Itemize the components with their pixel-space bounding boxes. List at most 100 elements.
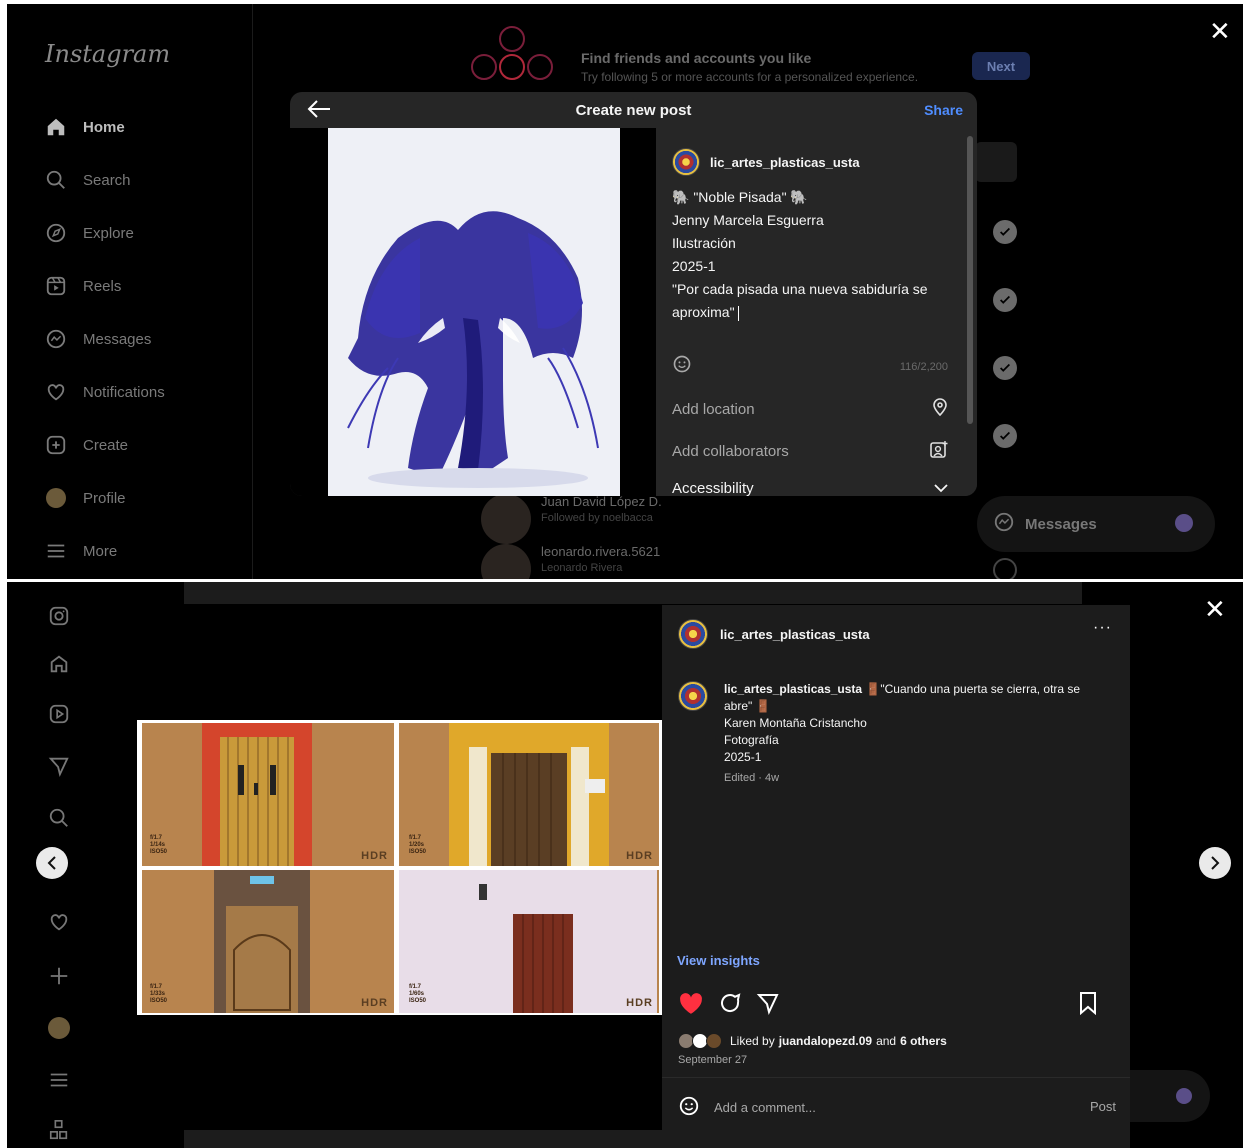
bookmark-icon[interactable] <box>1078 991 1098 1020</box>
menu-icon[interactable] <box>47 1068 71 1092</box>
hdr-label: HDR <box>626 997 653 1009</box>
close-icon[interactable]: ✕ <box>1204 596 1226 622</box>
caption-text: lic_artes_plasticas_usta 🚪"Cuando una pu… <box>724 681 1108 766</box>
door-photo: f/1.7 1/14s ISO50 HDR <box>142 723 394 866</box>
emoji-icon[interactable] <box>672 354 692 379</box>
previous-post-button[interactable] <box>36 847 68 879</box>
post-author: lic_artes_plasticas_usta <box>672 148 860 176</box>
liked-others[interactable]: 6 others <box>900 1034 947 1048</box>
hdr-label: HDR <box>626 850 653 862</box>
messages-pill[interactable]: Messages <box>977 496 1215 552</box>
sidebar: Instagram Home Search Explore Reels Mess… <box>7 4 253 579</box>
exif-label: f/1.7 1/60s ISO50 <box>409 984 427 1004</box>
next-button[interactable]: Next <box>972 52 1030 80</box>
post-author[interactable]: lic_artes_plasticas_usta <box>678 619 870 649</box>
sidebar-item-explore[interactable]: Explore <box>45 222 134 244</box>
post-comment-button[interactable]: Post <box>1090 1099 1116 1114</box>
character-counter: 116/2,200 <box>899 360 948 373</box>
suggestion-name: leonardo.rivera.5621 <box>541 544 661 559</box>
suggestion-row[interactable]: Juan David López D. Followed by noelbacc… <box>481 494 662 544</box>
send-icon[interactable] <box>47 754 71 778</box>
share-icon[interactable] <box>756 991 780 1020</box>
messages-pill-label: Messages <box>1025 515 1097 533</box>
instagram-icon[interactable] <box>47 604 71 628</box>
post-viewer-screen: ✕ f/1.7 1/14s ISO50 HDR f/1.7 1/20s ISO50 HD… <box>7 582 1243 1148</box>
exif-label: f/1.7 1/14s ISO50 <box>150 835 168 855</box>
caption-username[interactable]: lic_artes_plasticas_usta <box>724 682 862 696</box>
caption-panel: lic_artes_plasticas_usta 🐘 "Noble Pisada… <box>656 128 977 496</box>
caption-line: Karen Montaña Cristancho <box>724 716 867 730</box>
sidebar-item-messages[interactable]: Messages <box>45 328 151 350</box>
sidebar-item-search[interactable]: Search <box>45 169 131 191</box>
emoji-icon[interactable] <box>678 1095 700 1120</box>
add-collaborators-row[interactable]: Add collaborators <box>672 440 948 462</box>
next-post-button[interactable] <box>1199 847 1231 879</box>
username: lic_artes_plasticas_usta <box>720 626 870 642</box>
door-photo: f/1.7 1/33s ISO50 HDR <box>142 870 394 1013</box>
sidebar-item-label: Profile <box>83 489 126 507</box>
chevron-right-icon <box>1211 856 1220 870</box>
messages-pill[interactable] <box>1130 1070 1210 1122</box>
more-options-icon[interactable]: ··· <box>1093 619 1112 637</box>
likes-summary[interactable]: Liked by juandalopezd.09 and 6 others <box>678 1033 947 1049</box>
avatar <box>672 148 700 176</box>
heart-filled-icon[interactable] <box>678 991 704 1020</box>
sidebar-item-notifications[interactable]: Notifications <box>45 381 165 403</box>
liked-and: and <box>876 1034 897 1048</box>
comment-input-row[interactable]: Add a comment... <box>678 1095 1118 1120</box>
liked-user[interactable]: juandalopezd.09 <box>779 1034 872 1048</box>
add-location-row[interactable]: Add location <box>672 398 948 420</box>
search-icon[interactable] <box>47 806 71 830</box>
sidebar-item-profile[interactable]: Profile <box>45 487 126 509</box>
scrollbar[interactable] <box>967 136 973 424</box>
apps-icon[interactable] <box>47 1118 71 1142</box>
view-insights-link[interactable]: View insights <box>677 953 760 968</box>
exif-label: f/1.7 1/20s ISO50 <box>409 835 427 855</box>
menu-icon <box>45 540 67 562</box>
instagram-logo[interactable]: Instagram <box>45 40 170 68</box>
sidebar-item-home[interactable]: Home <box>45 116 125 138</box>
heart-icon[interactable] <box>47 910 71 934</box>
sidebar-item-create[interactable]: Create <box>45 434 128 456</box>
messages-icon <box>45 328 67 350</box>
banner-subtitle: Try following 5 or more accounts for a p… <box>581 70 919 84</box>
check-icon <box>993 220 1017 244</box>
elephant-illustration <box>328 128 620 496</box>
check-icon <box>993 356 1017 380</box>
sidebar-item-label: Search <box>83 171 131 189</box>
modal-title: Create new post <box>575 101 692 119</box>
sidebar-item-label: More <box>83 542 118 560</box>
avatar <box>678 619 708 649</box>
photo-preview <box>290 128 656 496</box>
comment-icon[interactable] <box>718 991 742 1020</box>
home-icon[interactable] <box>47 652 71 676</box>
sidebar-item-reels[interactable]: Reels <box>45 275 121 297</box>
heart-icon <box>45 381 67 403</box>
avatar[interactable] <box>47 1016 71 1040</box>
accessibility-row[interactable]: Accessibility <box>672 480 948 496</box>
post-caption: lic_artes_plasticas_usta 🚪"Cuando una pu… <box>678 681 1108 784</box>
share-button[interactable]: Share <box>924 102 963 118</box>
suggestion-sub: Followed by noelbacca <box>541 512 653 524</box>
caption-input[interactable]: 🐘 "Noble Pisada" 🐘 Jenny Marcela Esguerr… <box>672 186 960 324</box>
sidebar-item-label: Messages <box>83 330 152 348</box>
create-icon[interactable] <box>47 964 71 988</box>
post-photo-collage: f/1.7 1/14s ISO50 HDR f/1.7 1/20s ISO50 HDR … <box>137 720 662 1015</box>
reels-icon[interactable] <box>47 702 71 726</box>
background-grid-strip <box>184 582 1082 604</box>
check-icon <box>993 424 1017 448</box>
door-photo: f/1.7 1/20s ISO50 HDR <box>399 723 659 866</box>
suggestion-row[interactable]: leonardo.rivera.5621 Leonardo Rivera <box>481 544 660 579</box>
chevron-left-icon <box>47 856 56 870</box>
close-icon[interactable]: ✕ <box>1209 18 1231 44</box>
sidebar-item-more[interactable]: More <box>45 540 117 562</box>
background-panel <box>975 142 1017 182</box>
comment-input[interactable]: Add a comment... <box>714 1100 816 1115</box>
back-arrow-icon[interactable] <box>306 98 332 124</box>
location-pin-icon <box>932 398 948 420</box>
divider <box>662 663 1130 664</box>
post-details-panel: lic_artes_plasticas_usta ··· lic_artes_p… <box>662 605 1130 1148</box>
liked-prefix: Liked by <box>730 1034 775 1048</box>
modal-header: Create new post Share <box>290 92 977 128</box>
door-photo: f/1.7 1/60s ISO50 HDR <box>399 870 659 1013</box>
